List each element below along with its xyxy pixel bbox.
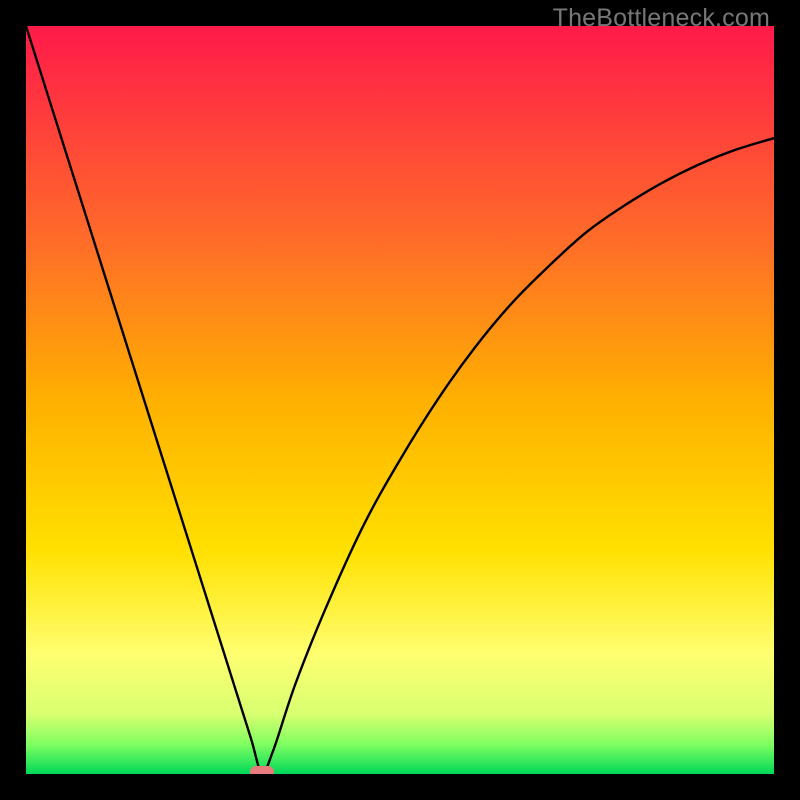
chart-svg [26, 26, 774, 774]
gradient-background [26, 26, 774, 774]
optimal-point-marker [250, 766, 274, 774]
plot-area [26, 26, 774, 774]
chart-frame: TheBottleneck.com [0, 0, 800, 800]
